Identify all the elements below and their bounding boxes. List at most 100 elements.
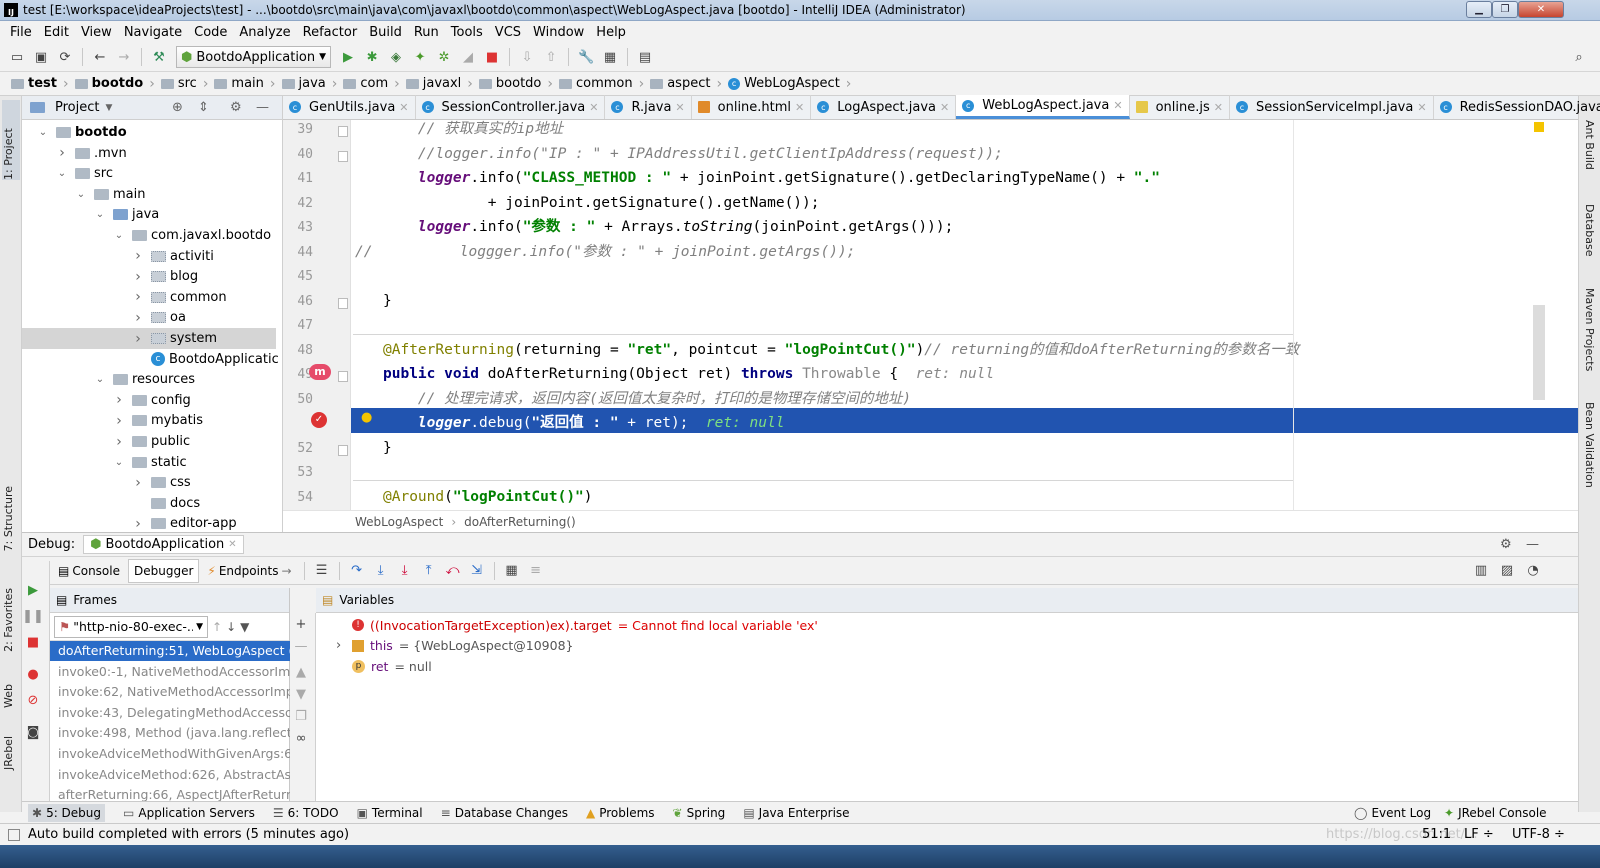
chevron-right-icon[interactable]: › [133, 516, 143, 532]
chevron-down-icon[interactable]: ⌄ [38, 127, 48, 138]
chevron-down-icon[interactable]: ⌄ [76, 189, 86, 200]
variable-row[interactable]: › this = {WebLogAspect@10908} [336, 636, 573, 656]
step-over-icon[interactable]: ↷ [346, 560, 368, 582]
sync-icon[interactable]: ⟳ [54, 46, 76, 68]
line-separator[interactable]: LF ÷ [1464, 827, 1494, 842]
tree-item-oa[interactable]: › oa [133, 307, 186, 328]
gear-icon[interactable]: ⚙ [1500, 537, 1512, 552]
collapse-icon[interactable]: ⇕ [198, 100, 209, 115]
close-window-button[interactable]: ✕ [1518, 1, 1564, 18]
gear-icon[interactable]: ⚙ [230, 100, 242, 115]
close-icon[interactable]: ✕ [589, 101, 598, 114]
drop-frame-icon[interactable]: ⤺ [442, 560, 464, 582]
down-arrow-icon[interactable]: ↓ [226, 620, 236, 634]
restore-layout-icon[interactable]: ▥ [1470, 560, 1492, 582]
up-arrow-icon[interactable]: ↑ [212, 620, 222, 634]
tree-item-activiti[interactable]: › activiti [133, 246, 214, 267]
chevron-down-icon[interactable]: ▼ [105, 103, 112, 113]
hide-icon[interactable]: — [256, 100, 269, 115]
code-line[interactable]: logger.info("CLASS_METHOD : " + joinPoin… [383, 166, 1160, 190]
tool-window-5--debug[interactable]: ✱ 5: Debug [28, 803, 106, 822]
breadcrumb-item[interactable]: src › [158, 76, 212, 92]
chevron-right-icon[interactable]: › [114, 413, 124, 429]
debug-icon[interactable]: ✱ [361, 46, 383, 68]
project-structure-icon[interactable]: ▦ [599, 46, 621, 68]
caret-position[interactable]: 51:1 [1422, 827, 1451, 842]
step-into-icon[interactable]: ⤓ [370, 560, 392, 582]
chevron-down-icon[interactable]: ⌄ [95, 209, 105, 220]
tree-item-mybatis[interactable]: › mybatis [114, 410, 203, 431]
tab-debugger[interactable]: Debugger [127, 558, 200, 583]
status-toggle-icon[interactable] [8, 828, 20, 841]
breadcrumb-item[interactable]: javaxl › [403, 76, 476, 92]
breadcrumb-item[interactable]: com › [340, 76, 402, 92]
code-line[interactable]: + joinPoint.getSignature().getName()); [383, 191, 820, 215]
profile-icon[interactable]: ◢ [457, 46, 479, 68]
open-folder-icon[interactable]: ▭ [6, 46, 28, 68]
tree-item-main[interactable]: ⌄ main [76, 184, 146, 205]
chevron-right-icon[interactable]: › [133, 289, 143, 305]
chevron-down-icon[interactable]: ⌄ [57, 168, 67, 179]
menu-item-file[interactable]: File [4, 25, 38, 40]
frame-item[interactable]: invoke:62, NativeMethodAccessorImpl (s [50, 682, 290, 702]
tree-item-bootdoapplicatic[interactable]: c BootdoApplicatic [133, 349, 279, 370]
breadcrumb-item[interactable]: java › [279, 76, 341, 92]
camera-icon[interactable]: ◙ [22, 721, 44, 743]
run-to-cursor-icon[interactable]: ⇲ [466, 560, 488, 582]
database-tool-button[interactable]: Database [1583, 204, 1596, 257]
frame-item[interactable]: invokeAdviceMethodWithGivenArgs:644, [50, 744, 290, 764]
chevron-right-icon[interactable]: › [133, 310, 143, 326]
tool-window-problems[interactable]: ▲ Problems [586, 806, 655, 820]
breadcrumb-item[interactable]: main › [211, 76, 278, 92]
fold-marker-icon[interactable] [338, 444, 348, 456]
jrebel-debug-icon[interactable]: ✲ [433, 46, 455, 68]
tab-online-html[interactable]: online.html ✕ [692, 95, 812, 119]
close-icon[interactable]: ✕ [795, 101, 804, 114]
chevron-right-icon[interactable]: › [114, 434, 124, 450]
tree-item-resources[interactable]: ⌄ resources [95, 369, 195, 390]
frame-item[interactable]: invoke:43, DelegatingMethodAccessorIm [50, 703, 290, 723]
vcs-commit-icon[interactable]: ⇧ [540, 46, 562, 68]
project-view-select[interactable]: Project [55, 100, 99, 115]
show-execution-point-icon[interactable]: ☰ [311, 560, 333, 582]
code-line[interactable]: public void doAfterReturning(Object ret)… [383, 362, 994, 386]
force-step-into-icon[interactable]: ⤓ [394, 560, 416, 582]
breakpoint-icon[interactable]: ✓ [311, 412, 327, 428]
code-line[interactable]: // 获取真实的ip地址 [383, 120, 563, 141]
code-line[interactable]: // 处理完请求，返回内容(返回值太复杂时，打印的是物理存储空间的地址) [383, 387, 911, 411]
menu-item-tools[interactable]: Tools [445, 25, 489, 40]
menu-item-navigate[interactable]: Navigate [118, 25, 188, 40]
settings-wrench-icon[interactable]: 🔧 [575, 46, 597, 68]
fold-marker-icon[interactable] [338, 371, 348, 382]
mute-breakpoints-icon[interactable]: ⊘ [22, 689, 44, 711]
close-icon[interactable]: ✕ [399, 101, 408, 114]
menu-item-edit[interactable]: Edit [38, 25, 75, 40]
chevron-down-icon[interactable]: ⌄ [95, 374, 105, 385]
fold-marker-icon[interactable] [338, 297, 348, 309]
tree-item-static[interactable]: ⌄ static [114, 452, 187, 473]
tree-item-bootdo[interactable]: ⌄ bootdo [38, 122, 127, 143]
glasses-icon[interactable]: ∞ [290, 727, 312, 749]
view-breakpoints-icon[interactable]: ● [22, 663, 44, 685]
menu-item-refactor[interactable]: Refactor [297, 25, 364, 40]
frame-item[interactable]: doAfterReturning:51, WebLogAspect (co [50, 641, 290, 661]
menu-item-help[interactable]: Help [590, 25, 632, 40]
tree-item-common[interactable]: › common [133, 287, 226, 308]
tab-logaspect-java[interactable]: c LogAspect.java ✕ [811, 95, 957, 119]
tool-window-event-log[interactable]: ◯ Event Log [1354, 806, 1431, 820]
tree-item-config[interactable]: › config [114, 390, 191, 411]
fold-marker-icon[interactable] [338, 150, 348, 162]
code-line[interactable]: logger.info("参数 : " + Arrays.toString(jo… [383, 215, 953, 239]
tool-window-spring[interactable]: ❦ Spring [673, 806, 726, 820]
menu-item-window[interactable]: Window [527, 25, 590, 40]
menu-item-code[interactable]: Code [188, 25, 233, 40]
lightbulb-icon[interactable]: ● [361, 410, 372, 425]
maximize-button[interactable]: ❐ [1492, 1, 1518, 18]
resume-icon[interactable]: ▶ [22, 579, 44, 601]
chevron-right-icon[interactable]: › [114, 392, 124, 408]
locate-icon[interactable]: ⊕ [172, 100, 183, 115]
tree-item-java[interactable]: ⌄ java [95, 204, 159, 225]
chevron-down-icon[interactable]: ⌄ [114, 457, 124, 468]
tree-item-blog[interactable]: › blog [133, 266, 198, 287]
tree-item-com-javaxl-bootdo[interactable]: ⌄ com.javaxl.bootdo [114, 225, 271, 246]
